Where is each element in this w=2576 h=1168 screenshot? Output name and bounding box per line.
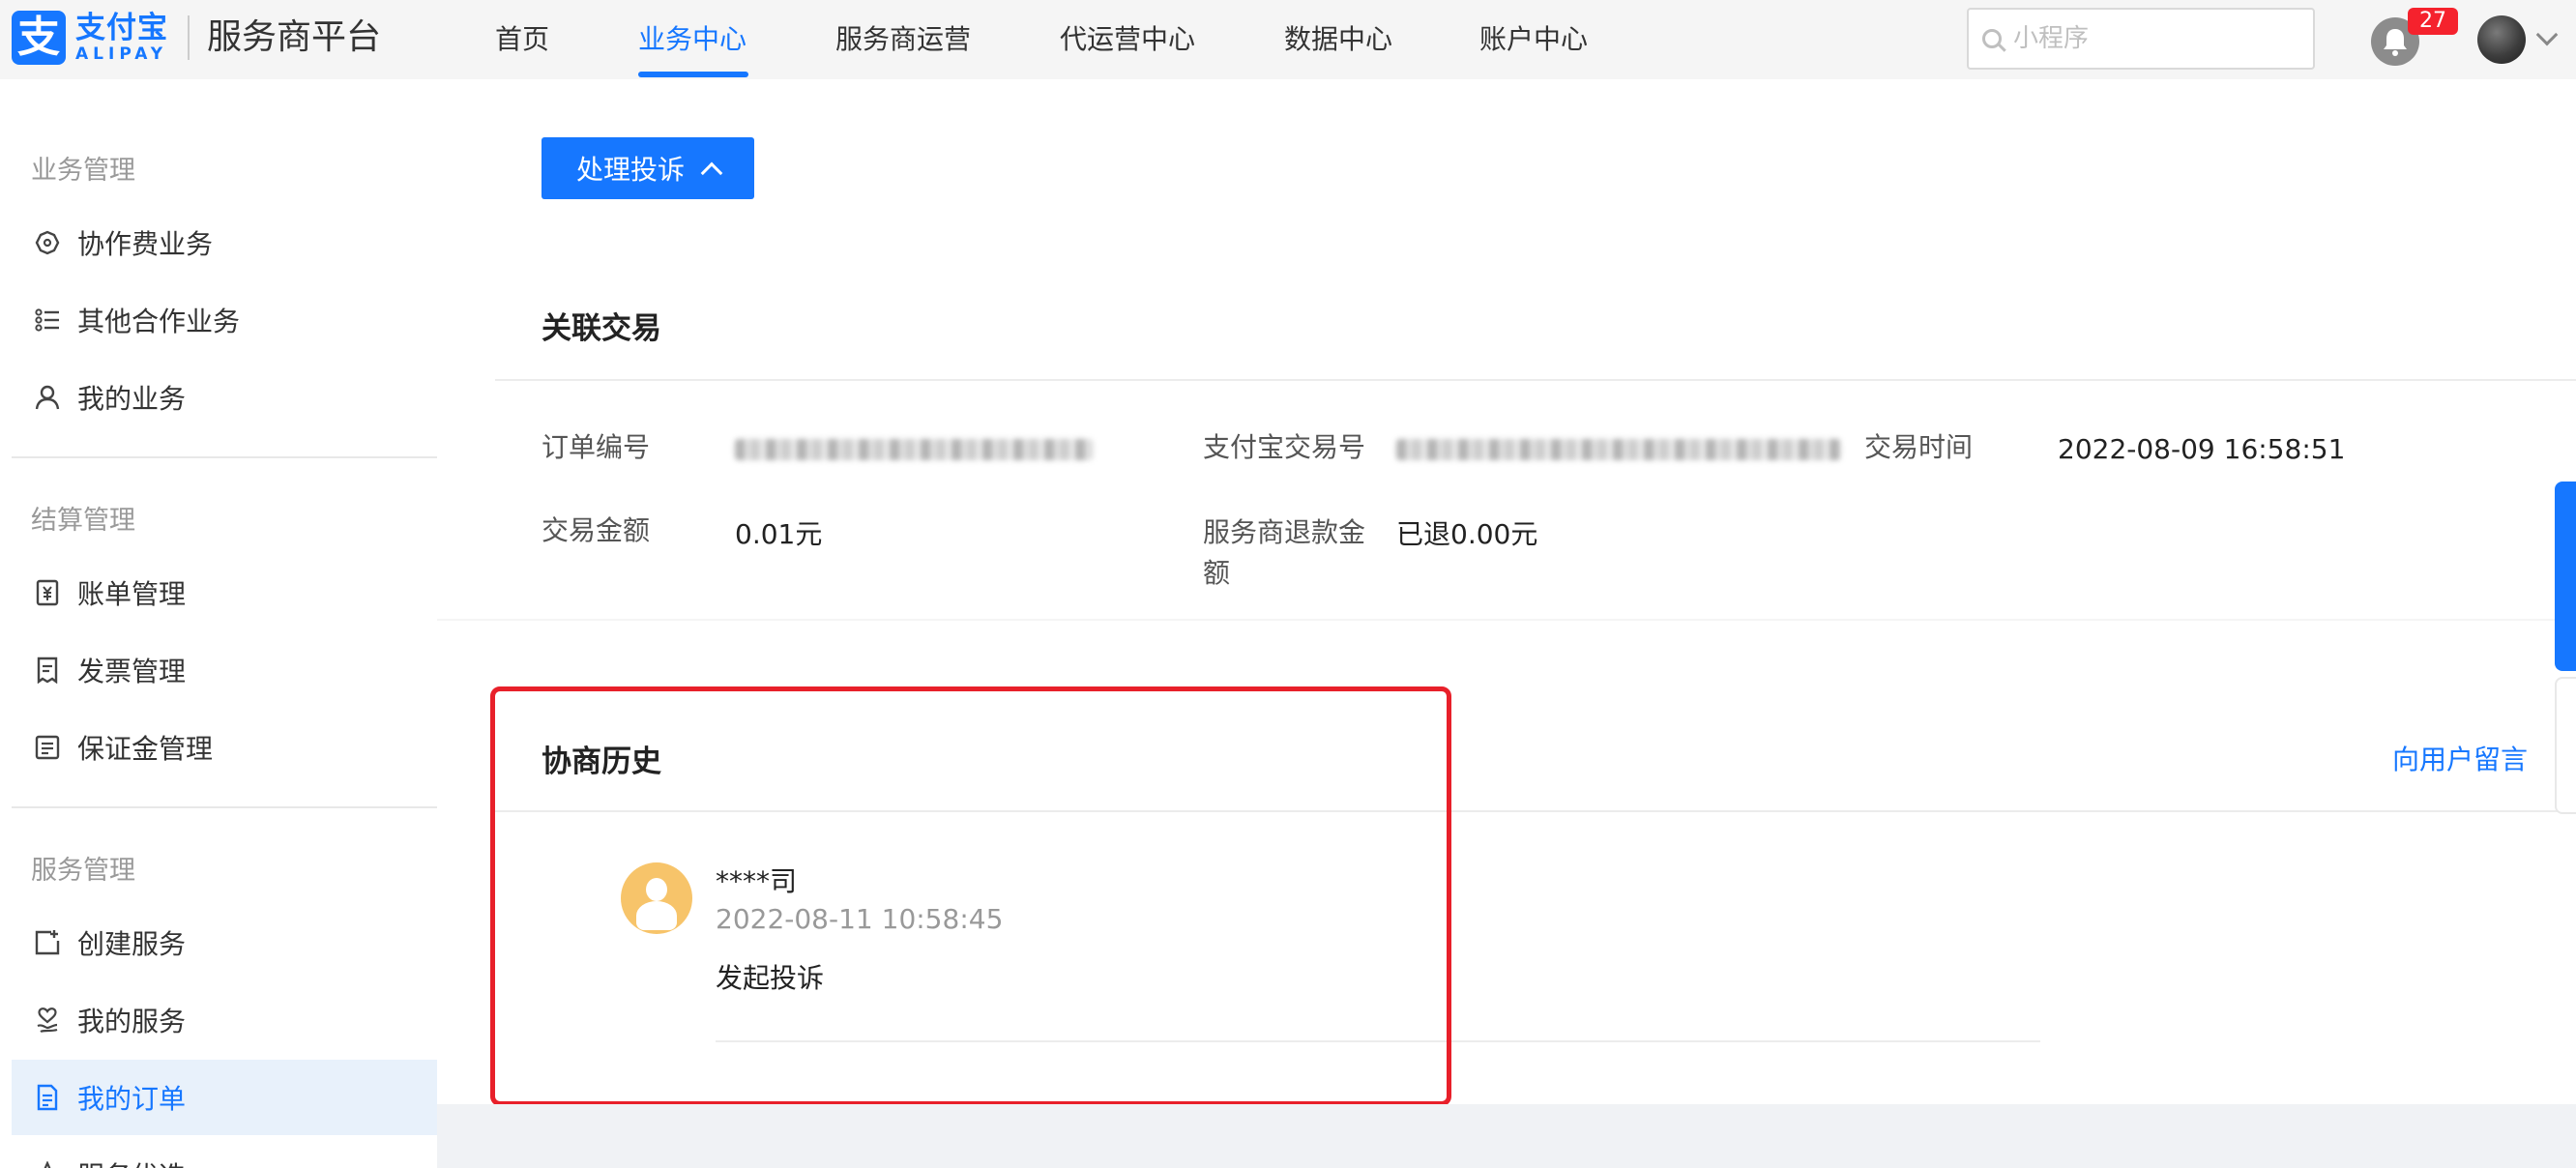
order-icon xyxy=(33,1083,62,1112)
invoice-icon xyxy=(33,656,62,685)
sidebar: 业务管理 协作费业务 其他合作业务 我的业务 结算管理 账单管理 发票管理 保证… xyxy=(0,79,437,1168)
bell-icon xyxy=(2384,29,2407,56)
nav-business-center[interactable]: 业务中心 xyxy=(638,21,746,58)
bill-icon xyxy=(33,578,62,607)
sidebar-item-label: 其他合作业务 xyxy=(77,306,241,337)
logo-cn: 支付宝 xyxy=(75,11,168,45)
sidebar-group-service: 服务管理 xyxy=(31,856,135,886)
top-header: 支 支付宝 ALIPAY 服务商平台 首页 业务中心 服务商运营 代运营中心 数… xyxy=(0,0,2576,79)
sidebar-item-cooperation-fee[interactable]: 协作费业务 xyxy=(12,205,437,280)
amount-value: 0.01元 xyxy=(735,518,823,550)
nav-active-underline xyxy=(638,72,748,77)
sidebar-item-my-business[interactable]: 我的业务 xyxy=(12,360,437,435)
alipay-logo[interactable]: 支 支付宝 ALIPAY 服务商平台 xyxy=(12,10,381,66)
order-no-label: 订单编号 xyxy=(542,431,651,463)
sidebar-item-invoice[interactable]: 发票管理 xyxy=(12,632,437,708)
sidebar-item-my-orders[interactable]: 我的订单 xyxy=(12,1060,437,1135)
sidebar-group-business: 业务管理 xyxy=(31,156,135,186)
nav-agency-ops[interactable]: 代运营中心 xyxy=(1060,21,1195,58)
sidebar-item-my-service[interactable]: 我的服务 xyxy=(12,982,437,1058)
sidebar-item-label: 我的服务 xyxy=(77,1006,187,1037)
side-float-tab[interactable] xyxy=(2555,482,2576,671)
section-divider xyxy=(495,379,2576,381)
chevron-up-icon xyxy=(700,161,723,185)
sidebar-item-deposit[interactable]: 保证金管理 xyxy=(12,710,437,785)
nav-data-center[interactable]: 数据中心 xyxy=(1284,21,1392,58)
sidebar-item-label: 账单管理 xyxy=(77,578,187,610)
handle-complaint-button[interactable]: 处理投诉 xyxy=(542,137,754,199)
add-square-icon xyxy=(33,928,62,957)
refund-value: 已退0.00元 xyxy=(1396,518,1538,550)
leave-message-link[interactable]: 向用户留言 xyxy=(2392,739,2528,777)
refund-label: 服务商退款金额 xyxy=(1203,516,1366,589)
alipay-logo-icon: 支 xyxy=(12,11,66,65)
sidebar-item-other-cooperation[interactable]: 其他合作业务 xyxy=(12,282,437,358)
trade-time-label: 交易时间 xyxy=(1864,431,1974,463)
page-bottom-background xyxy=(437,1104,2576,1168)
sidebar-divider xyxy=(12,806,437,808)
heart-hand-icon xyxy=(33,1006,62,1035)
document-icon xyxy=(33,733,62,762)
order-no-value-redacted xyxy=(735,439,1093,460)
sidebar-item-label: 协作费业务 xyxy=(77,228,214,260)
platform-title: 服务商平台 xyxy=(207,17,382,57)
sidebar-item-label: 创建服务 xyxy=(77,928,187,960)
highlight-annotation-box xyxy=(490,686,1451,1106)
trade-time-value: 2022-08-09 16:58:51 xyxy=(2058,433,2346,465)
sidebar-item-label: 我的订单 xyxy=(77,1083,187,1115)
handle-complaint-label: 处理投诉 xyxy=(575,154,685,186)
notification-badge: 27 xyxy=(2408,8,2458,35)
sidebar-group-settlement: 结算管理 xyxy=(31,506,135,536)
sidebar-item-service-selection[interactable]: 服务优选 xyxy=(12,1137,437,1168)
nav-provider-ops[interactable]: 服务商运营 xyxy=(835,21,971,58)
sidebar-item-bill[interactable]: 账单管理 xyxy=(12,555,437,630)
logo-divider xyxy=(188,15,190,60)
side-float-tab-secondary[interactable] xyxy=(2555,677,2576,814)
list-icon xyxy=(33,306,62,335)
search-input[interactable] xyxy=(2013,24,2303,53)
star-icon xyxy=(33,1160,62,1168)
logo-en: ALIPAY xyxy=(75,44,168,64)
section-gap xyxy=(437,619,2576,621)
search-icon xyxy=(1982,29,2002,48)
user-avatar[interactable] xyxy=(2477,15,2526,64)
alipay-trade-no-label: 支付宝交易号 xyxy=(1203,431,1366,463)
nav-account-center[interactable]: 账户中心 xyxy=(1479,21,1588,58)
nav-home[interactable]: 首页 xyxy=(495,21,549,58)
sidebar-item-label: 服务优选 xyxy=(77,1155,186,1168)
sidebar-item-label: 发票管理 xyxy=(77,656,187,687)
alipay-trade-no-value-redacted xyxy=(1396,439,1841,460)
alipay-logo-text: 支付宝 ALIPAY xyxy=(75,12,168,64)
sidebar-divider xyxy=(12,456,437,458)
sidebar-item-label: 我的业务 xyxy=(77,383,187,415)
sidebar-item-create-service[interactable]: 创建服务 xyxy=(12,905,437,980)
related-trade-title: 关联交易 xyxy=(542,311,661,346)
amount-label: 交易金额 xyxy=(542,514,651,546)
chevron-down-icon[interactable] xyxy=(2535,23,2559,46)
cooperation-icon xyxy=(33,228,62,257)
sidebar-item-label: 保证金管理 xyxy=(77,733,214,765)
search-box[interactable] xyxy=(1967,8,2315,70)
user-icon xyxy=(33,383,62,412)
